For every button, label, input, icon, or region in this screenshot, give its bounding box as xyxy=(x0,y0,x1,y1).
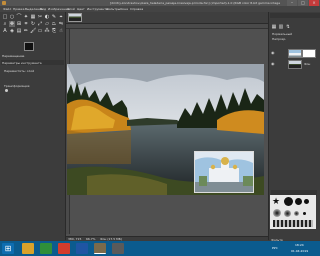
tool-options-title: Параметры инструмента xyxy=(2,61,42,65)
flip-icon[interactable]: ⇋ xyxy=(58,21,64,27)
clone-icon[interactable]: ⎘ xyxy=(51,28,57,34)
browser-taskbar-icon[interactable] xyxy=(40,243,52,254)
windows-taskbar: ⊞ РУС 18:24 01.04.2019 xyxy=(0,241,320,256)
zoom-icon[interactable]: ⌕ xyxy=(2,21,8,27)
scissors-icon[interactable]: ✂ xyxy=(37,14,43,20)
menu-layer[interactable]: Слой xyxy=(67,7,75,11)
eye-icon-2[interactable]: ◉ xyxy=(271,61,275,66)
menu-colors[interactable]: Цвет xyxy=(77,7,85,11)
menu-filters[interactable]: Фильтры xyxy=(106,7,120,11)
text-icon[interactable]: A xyxy=(2,28,8,34)
gimp-logo-icon xyxy=(2,1,6,5)
eraser-icon[interactable]: ▭ xyxy=(37,28,43,34)
brush-small[interactable] xyxy=(304,199,309,204)
layers-tab-icon[interactable]: ▦ xyxy=(271,24,277,30)
image-tab-thumbnail[interactable] xyxy=(68,13,82,22)
tray-date[interactable]: 01.04.2019 xyxy=(291,249,308,253)
brush-texture[interactable] xyxy=(273,220,313,227)
brush-medium[interactable] xyxy=(295,198,302,205)
ellipse-select-icon[interactable]: ○ xyxy=(9,14,15,20)
rect-select-icon[interactable]: □ xyxy=(2,14,8,20)
star-brush-icon[interactable]: ★ xyxy=(272,197,280,207)
move-tool-icon[interactable]: ✥ xyxy=(9,21,15,27)
layer-name: Фон xyxy=(304,62,311,66)
color-select-icon[interactable]: ▦ xyxy=(30,14,36,20)
dock-tabs xyxy=(270,13,320,18)
pencil-icon[interactable]: ✏ xyxy=(23,28,29,34)
start-button[interactable]: ⊞ xyxy=(2,243,14,254)
yandex-taskbar-icon[interactable] xyxy=(58,243,70,254)
tool-grid: □ ○ ⌒ ✦ ▦ ✂ ◐ ✎ ⌖ ⌕ ✥ ⊞ ⌗ ↻ ⤢ ▱ ⏢ ⇋ A ◈ … xyxy=(2,14,64,34)
cathedral-photo xyxy=(195,152,253,192)
window-title: [dmitry-kondrashov-plaza_heladeria_paisa… xyxy=(110,1,280,5)
foreground-select-icon[interactable]: ◐ xyxy=(44,14,50,20)
opacity-label: Непрозр. xyxy=(272,37,287,41)
perspective-icon[interactable]: ⏢ xyxy=(51,21,57,27)
gimp-taskbar-icon[interactable] xyxy=(94,243,106,254)
image-tab-strip xyxy=(66,12,268,24)
layer-thumbnail-inset[interactable] xyxy=(288,49,302,58)
brush-tiny[interactable] xyxy=(303,212,306,215)
shear-icon[interactable]: ▱ xyxy=(44,21,50,27)
panel-label: Перемещение xyxy=(2,54,25,58)
layer-radio[interactable] xyxy=(5,89,8,92)
explorer-taskbar-icon[interactable] xyxy=(22,243,34,254)
brush-soft-large[interactable] xyxy=(273,209,281,217)
color-picker-icon[interactable]: ⌖ xyxy=(58,14,64,20)
toolbox-dock: □ ○ ⌒ ✦ ▦ ✂ ◐ ✎ ⌖ ⌕ ✥ ⊞ ⌗ ↻ ⤢ ▱ ⏢ ⇋ A ◈ … xyxy=(0,12,66,240)
paintbrush-icon[interactable]: 🖌 xyxy=(30,28,36,34)
tray-lang[interactable]: РУС xyxy=(272,246,278,250)
menu-windows[interactable]: Окна xyxy=(120,7,128,11)
gradient-icon[interactable]: ▤ xyxy=(16,28,22,34)
paths-tab-icon[interactable]: ↯ xyxy=(285,24,291,30)
channels-tab-icon[interactable]: ▥ xyxy=(278,24,284,30)
word-taskbar-icon[interactable] xyxy=(76,243,88,254)
bucket-fill-icon[interactable]: ◈ xyxy=(9,28,15,34)
free-select-icon[interactable]: ⌒ xyxy=(16,14,22,20)
layer-mask-thumbnail[interactable] xyxy=(302,49,316,58)
media-taskbar-icon[interactable] xyxy=(112,243,124,254)
smudge-icon[interactable]: ☝ xyxy=(58,28,64,34)
menu-file[interactable]: Файл xyxy=(3,7,11,11)
horizontal-ruler[interactable] xyxy=(66,24,268,29)
brush-soft-small[interactable] xyxy=(294,211,299,216)
airbrush-icon[interactable]: ⁂ xyxy=(44,28,50,34)
crop-icon[interactable]: ⌗ xyxy=(23,21,29,27)
paths-icon[interactable]: ✎ xyxy=(51,14,57,20)
brushes-panel: ★ xyxy=(270,195,316,229)
brush-soft-medium[interactable] xyxy=(284,210,291,217)
menu-view[interactable]: Вид xyxy=(40,7,46,11)
brush-large[interactable] xyxy=(284,197,293,206)
transform-label: Трансформация xyxy=(4,84,30,88)
menu-help[interactable]: Справка xyxy=(130,7,143,11)
move-mode-label: Переместить: слой xyxy=(4,69,35,73)
menu-edit[interactable]: Правка xyxy=(13,7,24,11)
scale-icon[interactable]: ⤢ xyxy=(37,21,43,27)
align-icon[interactable]: ⊞ xyxy=(16,21,22,27)
rotate-icon[interactable]: ↻ xyxy=(30,21,36,27)
pasted-layer-preview[interactable] xyxy=(194,151,254,193)
layer-mode[interactable]: Нормальный xyxy=(272,32,292,36)
foreground-color-swatch[interactable] xyxy=(24,42,34,51)
fuzzy-select-icon[interactable]: ✦ xyxy=(23,14,29,20)
eye-icon[interactable]: ◉ xyxy=(271,50,275,55)
tray-time[interactable]: 18:24 xyxy=(295,243,304,247)
layer-thumbnail-background[interactable] xyxy=(288,60,302,69)
